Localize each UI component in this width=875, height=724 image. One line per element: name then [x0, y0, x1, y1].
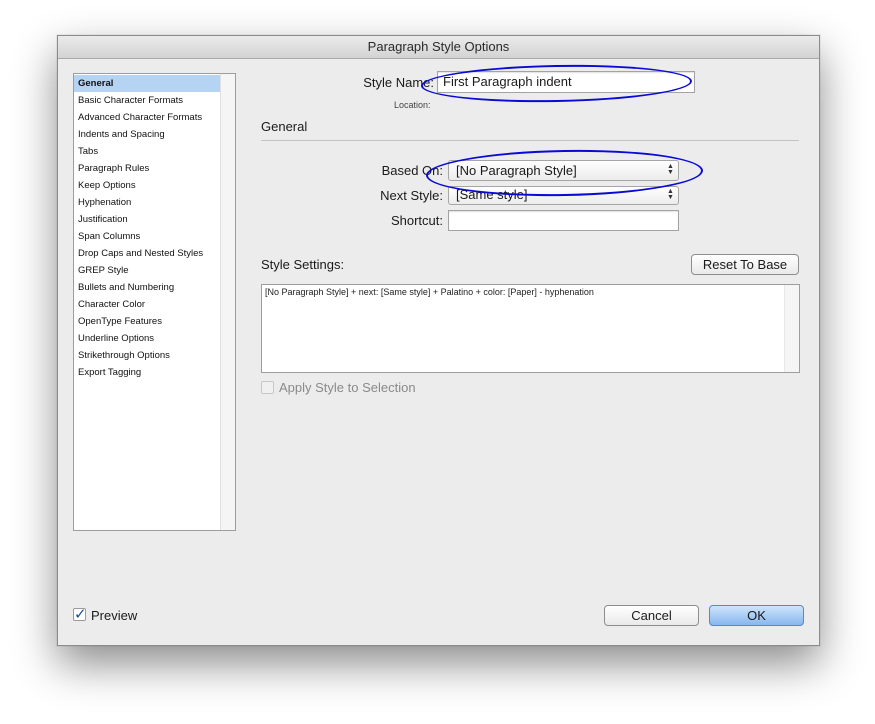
shortcut-field[interactable]	[448, 210, 679, 231]
ok-button[interactable]: OK	[709, 605, 804, 626]
sidebar-item-strikethrough-options[interactable]: Strikethrough Options	[74, 347, 220, 364]
checkmark-icon: ✓	[74, 606, 87, 623]
sidebar-item-grep-style[interactable]: GREP Style	[74, 262, 220, 279]
style-name-label: Style Name:	[363, 75, 434, 90]
sidebar-item-export-tagging[interactable]: Export Tagging	[74, 364, 220, 381]
updown-arrows-icon: ▲ ▼	[667, 188, 674, 201]
preview-checkbox[interactable]: ✓	[73, 606, 87, 623]
style-settings-label: Style Settings:	[261, 257, 345, 272]
sidebar-item-paragraph-rules[interactable]: Paragraph Rules	[74, 160, 220, 177]
sidebar-item-justification[interactable]: Justification	[74, 211, 220, 228]
location-label: Location:	[394, 100, 431, 110]
sidebar-item-bullets-and-numbering[interactable]: Bullets and Numbering	[74, 279, 220, 296]
sidebar-item-advanced-character-formats[interactable]: Advanced Character Formats	[74, 109, 220, 126]
sidebar-item-hyphenation[interactable]: Hyphenation	[74, 194, 220, 211]
next-style-label: Next Style:	[380, 188, 443, 203]
sidebar-item-opentype-features[interactable]: OpenType Features	[74, 313, 220, 330]
apply-style-label: Apply Style to Selection	[279, 380, 416, 395]
sidebar-item-tabs[interactable]: Tabs	[74, 143, 220, 160]
section-divider	[261, 140, 799, 141]
cancel-button[interactable]: Cancel	[604, 605, 699, 626]
sidebar-item-character-color[interactable]: Character Color	[74, 296, 220, 313]
sidebar-item-underline-options[interactable]: Underline Options	[74, 330, 220, 347]
reset-to-base-button[interactable]: Reset To Base	[691, 254, 799, 275]
sidebar-item-span-columns[interactable]: Span Columns	[74, 228, 220, 245]
style-settings-box: [No Paragraph Style] + next: [Same style…	[261, 284, 800, 373]
paragraph-style-options-dialog: Paragraph Style Options General Basic Ch…	[57, 35, 820, 646]
section-title: General	[261, 119, 308, 134]
category-list-scrollbar[interactable]	[220, 74, 235, 530]
sidebar-item-basic-character-formats[interactable]: Basic Character Formats	[74, 92, 220, 109]
sidebar-item-indents-and-spacing[interactable]: Indents and Spacing	[74, 126, 220, 143]
apply-style-checkbox[interactable]	[261, 381, 274, 394]
window-title: Paragraph Style Options	[58, 36, 819, 59]
category-list[interactable]: General Basic Character Formats Advanced…	[73, 73, 236, 531]
sidebar-item-keep-options[interactable]: Keep Options	[74, 177, 220, 194]
style-settings-scrollbar[interactable]	[784, 285, 799, 372]
highlight-ellipse-style-name	[420, 62, 693, 105]
preview-label: Preview	[91, 608, 138, 623]
sidebar-item-general[interactable]: General	[74, 75, 220, 92]
shortcut-label: Shortcut:	[390, 213, 443, 228]
style-settings-text: [No Paragraph Style] + next: [Same style…	[265, 287, 594, 297]
sidebar-item-drop-caps-and-nested-styles[interactable]: Drop Caps and Nested Styles	[74, 245, 220, 262]
